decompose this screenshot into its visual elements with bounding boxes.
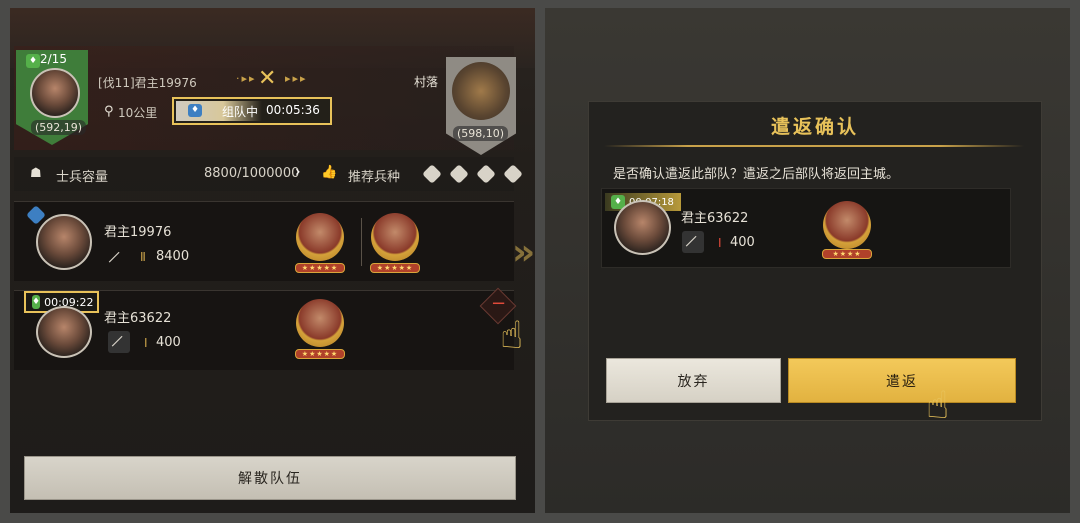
capacity-value: 8800/1000000 [204, 166, 300, 181]
team-icon: ♦ [26, 54, 40, 68]
team-icon: ♦ [32, 295, 41, 309]
recommend-label: 推荐兵种 [348, 170, 401, 185]
troops-icon: Ⅰ [144, 336, 148, 350]
target-name: 村落 [414, 75, 439, 89]
capacity-label: 士兵容量 [56, 170, 109, 185]
title-underline [604, 145, 1024, 147]
member-avatar[interactable] [36, 214, 92, 270]
disband-button[interactable]: 解散队伍 [24, 456, 516, 500]
location-pin-icon: ⚲ [104, 104, 114, 119]
member-troops: 400 [730, 235, 755, 250]
member-name: 君主63622 [681, 211, 749, 226]
hero-stars: ★★★★★ [295, 263, 345, 273]
hero-portrait[interactable] [296, 213, 344, 261]
leader-avatar[interactable] [30, 68, 80, 118]
divider [361, 218, 362, 266]
leader-name: [伐11]君主19976 [98, 76, 197, 90]
arrow-trail-icon: » [512, 232, 536, 273]
member-name: 君主19976 [104, 225, 172, 240]
leader-coord: (592,19) [31, 120, 87, 135]
status-timer: 00:05:36 [266, 103, 320, 117]
hero-portrait[interactable] [296, 299, 344, 347]
target-coord: (598,10) [453, 126, 509, 141]
confirm-recall-button[interactable]: 遣返 [788, 358, 1016, 403]
minus-icon: − [491, 293, 507, 314]
thumbs-up-icon: 👍 [321, 165, 338, 180]
team-status-icon: ♦ [188, 104, 202, 117]
troops-icon: Ⅱ [140, 250, 146, 264]
troops-icon: Ⅰ [718, 236, 722, 250]
hero-stars: ★★★★★ [295, 349, 345, 359]
cancel-button[interactable]: 放弃 [606, 358, 781, 403]
member-name: 君主63622 [104, 311, 172, 326]
pointer-hand-icon: ☝ [926, 383, 950, 427]
member-avatar[interactable] [36, 306, 92, 358]
village-icon[interactable] [452, 62, 510, 120]
team-count: 2/15 [40, 52, 67, 66]
member-troops: 400 [156, 335, 181, 350]
distance: 10公里 [118, 106, 158, 120]
march-arrows-left: ·▸▸ [236, 72, 257, 85]
member-troops: 8400 [156, 249, 190, 264]
hero-stars: ★★★★ [822, 249, 872, 259]
chevron-right-icon[interactable]: › [295, 164, 301, 180]
swords-icon: ✕ [258, 66, 277, 91]
soldier-icon: ☗ [30, 166, 42, 181]
march-arrows-right: ▸▸▸ [285, 72, 308, 85]
status-label: 组队中 [222, 105, 259, 119]
hero-portrait[interactable] [371, 213, 419, 261]
hero-stars: ★★★★★ [370, 263, 420, 273]
pointer-hand-icon: ☝ [500, 313, 524, 357]
hero-portrait [823, 201, 871, 249]
member-avatar [614, 200, 671, 255]
dialog-message: 是否确认遣返此部队？遣返之后部队将返回主城。 [613, 167, 900, 182]
